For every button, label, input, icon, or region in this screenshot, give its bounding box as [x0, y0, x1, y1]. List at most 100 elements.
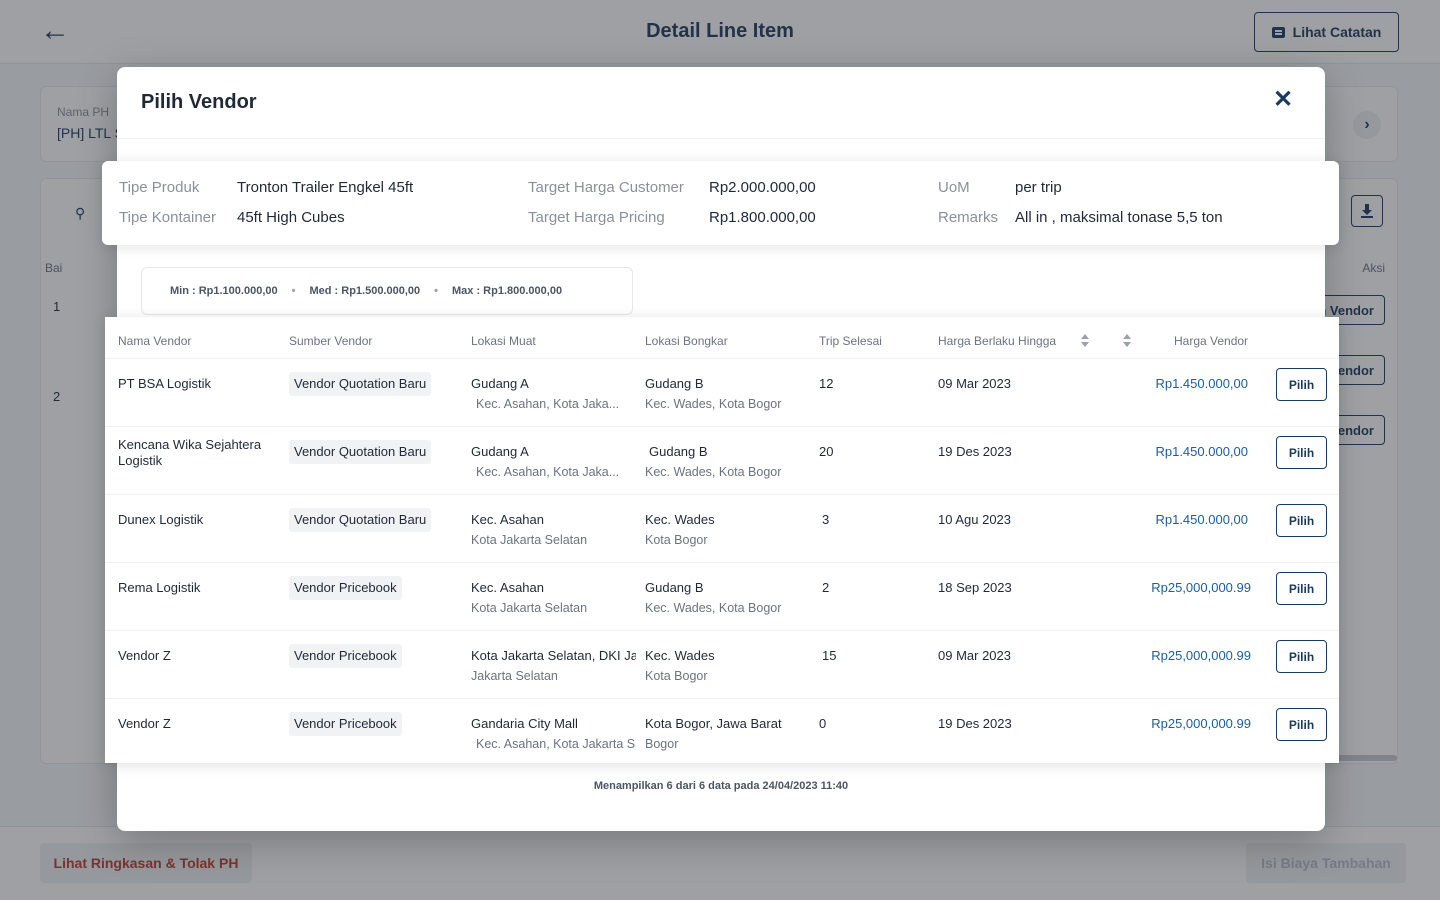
container-type-label: Tipe Kontainer	[119, 209, 217, 226]
vendor-name-line: Kencana Wika Sejahtera	[118, 437, 262, 452]
product-type-label: Tipe Produk	[119, 179, 200, 196]
vendor-name: Rema Logistik	[118, 580, 278, 596]
header-trips-completed: Trip Selesai	[819, 334, 882, 348]
vendor-name: Vendor Z	[118, 716, 278, 732]
modal-header: Pilih Vendor ✕	[117, 67, 1325, 139]
sort-icon[interactable]	[1123, 334, 1131, 348]
trips-completed: 3	[822, 512, 830, 527]
vendor-source-badge: Vendor Pricebook	[289, 644, 402, 668]
table-row: Vendor Z Vendor Pricebook Kota Jakarta Sel…	[105, 630, 1339, 698]
vendor-price: Rp1.450.000,00	[1155, 444, 1248, 459]
price-med: Med : Rp1.500.000,00	[309, 285, 421, 297]
vendor-price: Rp25,000,000.99	[1151, 648, 1251, 663]
vendor-price: Rp25,000,000.99	[1151, 580, 1251, 595]
unload-location-detail: Kota Bogor	[645, 533, 708, 547]
load-location-detail: Kec. Asahan, Kota Jaka...	[476, 397, 620, 411]
unload-location-detail: Kota Bogor	[645, 669, 708, 683]
trips-completed: 12	[819, 376, 834, 391]
header-valid-until[interactable]: Harga Berlaku Hingga	[938, 334, 1056, 348]
vendor-name: PT BSA Logistik	[118, 376, 278, 392]
select-vendor-button[interactable]: Pilih	[1276, 708, 1327, 741]
trips-completed: 15	[822, 648, 837, 663]
separator-dot: •	[291, 285, 296, 297]
vendor-name-line: Logistik	[118, 453, 163, 468]
vendor-name: Dunex Logistik	[118, 512, 278, 528]
header-vendor-price: Harga Vendor	[1174, 334, 1249, 348]
uom-value: per trip	[1015, 179, 1062, 196]
vendor-source-badge: Vendor Quotation Baru	[289, 372, 432, 396]
separator-dot: •	[434, 285, 438, 297]
vendor-price: Rp1.450.000,00	[1155, 512, 1248, 527]
load-location-name: Kota Jakarta Selatan, DKI Ja	[471, 648, 636, 663]
header-vendor-source: Sumber Vendor	[289, 334, 373, 348]
vendor-name-line: Vendor Z	[118, 648, 171, 663]
uom-label: UoM	[938, 179, 970, 196]
target-pricing-price-label: Target Harga Pricing	[528, 209, 665, 226]
unload-location-name: Kota Bogor, Jawa Barat	[645, 716, 782, 731]
table-row: PT BSA Logistik Vendor Quotation Baru Guda…	[105, 358, 1339, 426]
unload-location-detail: Kec. Wades, Kota Bogor	[645, 397, 782, 411]
container-type-value: 45ft High Cubes	[237, 209, 345, 226]
product-type-value: Tronton Trailer Engkel 45ft	[237, 179, 414, 196]
vendor-price: Rp25,000,000.99	[1151, 716, 1251, 731]
close-icon[interactable]: ✕	[1271, 88, 1295, 113]
table-row: Dunex Logistik Vendor Quotation Baru Kec. …	[105, 494, 1339, 562]
select-vendor-button[interactable]: Pilih	[1276, 436, 1327, 469]
vendor-source-badge: Vendor Pricebook	[289, 576, 402, 600]
load-location-detail: Jakarta Selatan	[471, 669, 558, 683]
valid-until-date: 09 Mar 2023	[938, 648, 1011, 663]
load-location-name: Gudang A	[471, 444, 529, 459]
select-vendor-button[interactable]: Pilih	[1276, 572, 1327, 605]
remarks-label: Remarks	[938, 209, 999, 226]
price-min: Min : Rp1.100.000,00	[170, 285, 278, 297]
target-customer-price-label: Target Harga Customer	[528, 179, 684, 196]
vendor-name-line: Dunex Logistik	[118, 512, 204, 527]
table-row: Kencana Wika Sejahtera Logistik Vendor Quo…	[105, 426, 1339, 494]
header-load-location: Lokasi Muat	[471, 334, 536, 348]
load-location-name: Kec. Asahan	[471, 580, 544, 595]
load-location-detail: Kota Jakarta Selatan	[471, 533, 588, 547]
modal-title: Pilih Vendor	[141, 91, 257, 113]
load-location-name: Kec. Asahan	[471, 512, 544, 527]
vendor-source-badge: Vendor Quotation Baru	[289, 508, 432, 532]
select-vendor-button[interactable]: Pilih	[1276, 640, 1327, 673]
header-unload-location: Lokasi Bongkar	[645, 334, 728, 348]
unload-location-name: Gudang B	[649, 444, 708, 459]
trips-completed: 0	[819, 716, 827, 731]
valid-until-date: 18 Sep 2023	[938, 580, 1012, 595]
trips-completed: 2	[822, 580, 830, 595]
unload-location-name: Kec. Wades	[645, 648, 715, 663]
load-location-detail: Kec. Asahan, Kota Jakarta S	[476, 737, 636, 751]
unload-location-detail: Kec. Wades, Kota Bogor	[645, 601, 782, 615]
load-location-detail: Kota Jakarta Selatan	[471, 601, 588, 615]
unload-location-name: Kec. Wades	[645, 512, 715, 527]
select-vendor-button[interactable]: Pilih	[1276, 368, 1327, 401]
header-vendor-name: Nama Vendor	[118, 334, 192, 348]
unload-location-name: Gudang B	[645, 580, 704, 595]
valid-until-date: 19 Des 2023	[938, 444, 1012, 459]
unload-location-name: Gudang B	[645, 376, 704, 391]
target-pricing-price-value: Rp1.800.000,00	[709, 209, 816, 226]
vendor-name-line: Vendor Z	[118, 716, 171, 731]
valid-until-date: 09 Mar 2023	[938, 376, 1011, 391]
target-customer-price-value: Rp2.000.000,00	[709, 179, 816, 196]
valid-until-date: 10 Agu 2023	[938, 512, 1012, 527]
data-count-footer: Menampilkan 6 dari 6 data pada 24/04/202…	[593, 780, 849, 792]
select-vendor-button[interactable]: Pilih	[1276, 504, 1327, 537]
unload-location-detail: Bogor	[645, 737, 679, 751]
sort-icon[interactable]	[1081, 334, 1089, 348]
load-location-detail: Kec. Asahan, Kota Jaka...	[476, 465, 620, 479]
remarks-value: All in , maksimal tonase 5,5 ton	[1015, 209, 1223, 226]
vendor-name-line: PT BSA Logistik	[118, 376, 211, 391]
price-max: Max : Rp1.800.000,00	[452, 285, 563, 297]
table-row: Vendor Z Vendor Pricebook Gandaria City Ma…	[105, 698, 1339, 766]
trips-completed: 20	[819, 444, 834, 459]
unload-location-detail: Kec. Wades, Kota Bogor	[645, 465, 782, 479]
price-range-summary: Min : Rp1.100.000,00 • Med : Rp1.500.000…	[141, 267, 633, 315]
vendor-source-badge: Vendor Quotation Baru	[289, 440, 432, 464]
table-row: Rema Logistik Vendor Pricebook Kec. Asahan…	[105, 562, 1339, 630]
load-location-name: Gandaria City Mall	[471, 716, 578, 731]
vendor-price: Rp1.450.000,00	[1155, 376, 1248, 391]
vendor-name: Vendor Z	[118, 648, 278, 664]
product-info-card: Tipe Produk Tronton Trailer Engkel 45ft …	[102, 161, 1339, 245]
